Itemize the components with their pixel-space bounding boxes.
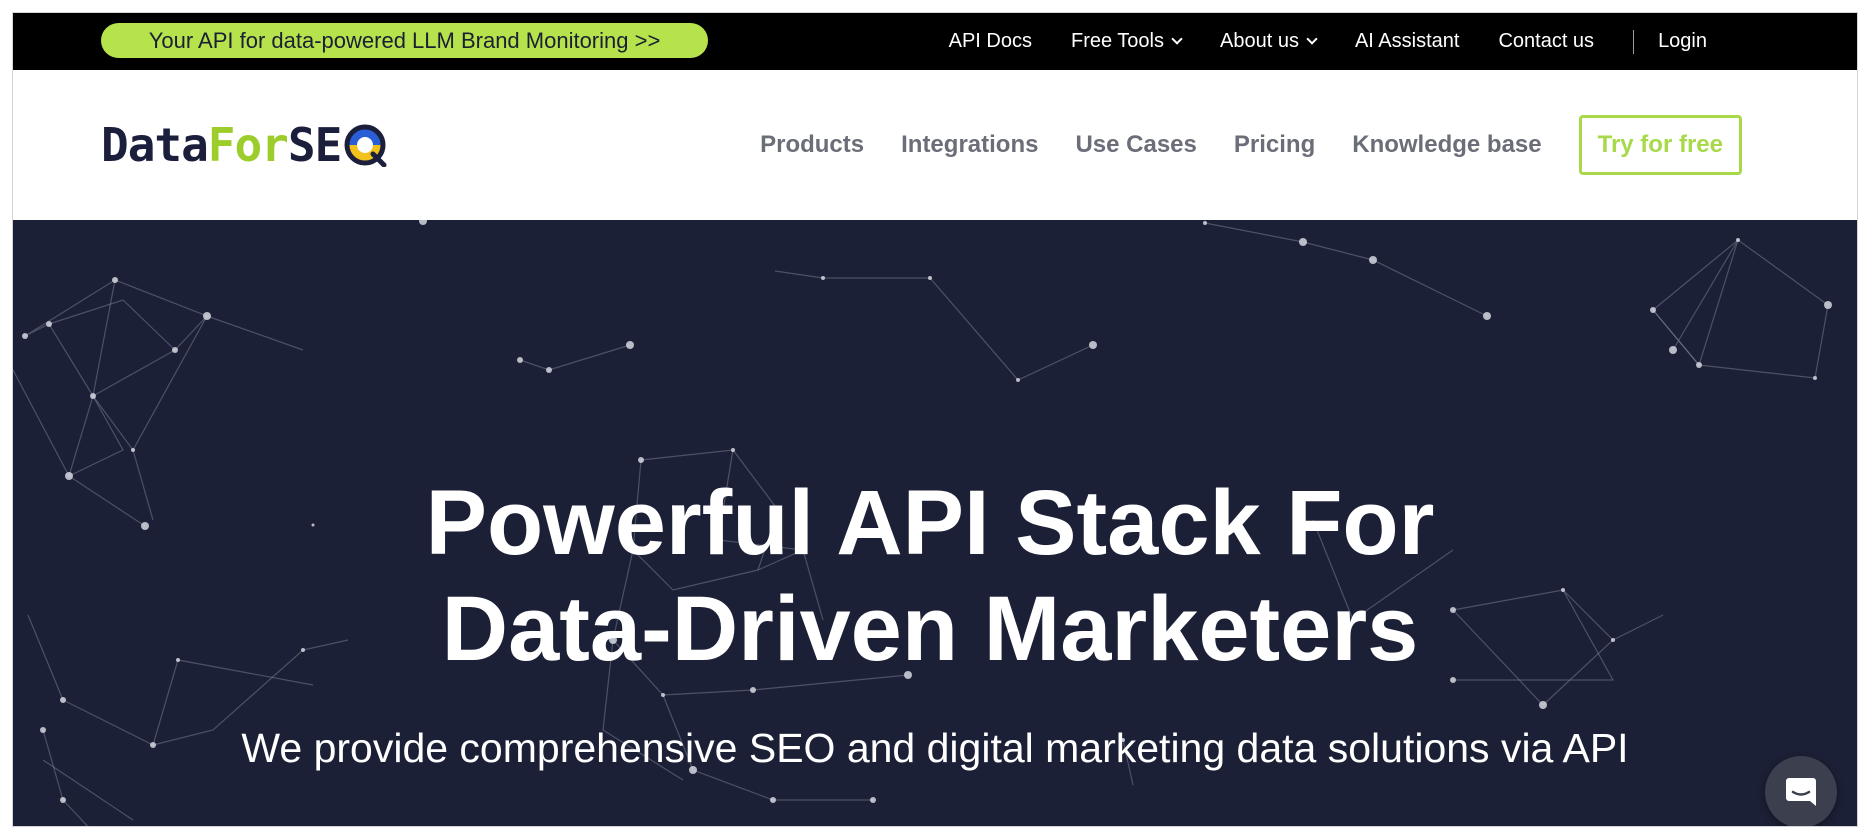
top-link-about-us[interactable]: About us [1220,30,1318,53]
top-bar: Your API for data-powered LLM Brand Moni… [13,13,1857,70]
try-for-free-button[interactable]: Try for free [1578,115,1742,175]
top-link-api-docs-label: API Docs [948,30,1032,52]
chevron-down-icon [1306,33,1318,45]
top-link-free-tools-label: Free Tools [1070,30,1164,52]
nav-integrations[interactable]: Integrations [901,131,1038,159]
magnifier-o-icon [344,124,387,167]
nav-products[interactable]: Products [760,131,864,159]
browser-viewport: Your API for data-powered LLM Brand Moni… [12,12,1858,827]
top-link-ai-assistant-label: AI Assistant [1354,30,1460,52]
login-link[interactable]: Login [1658,30,1707,53]
top-link-free-tools[interactable]: Free Tools [1070,30,1183,53]
top-link-contact-us-label: Contact us [1498,30,1595,52]
login-label: Login [1658,30,1707,52]
promo-banner-link[interactable]: Your API for data-powered LLM Brand Moni… [101,23,708,58]
hero-title: Powerful API Stack For Data-Driven Marke… [13,470,1857,682]
hero-title-line1: Powerful API Stack For [425,472,1435,574]
top-links: API Docs Free Tools About us AI Assistan… [949,13,1857,70]
hero-title-line2: Data-Driven Marketers [441,578,1419,680]
logo[interactable]: Data For SE [101,118,387,172]
top-link-api-docs[interactable]: API Docs [949,30,1032,53]
top-link-about-us-label: About us [1220,30,1299,52]
top-link-contact-us[interactable]: Contact us [1498,30,1594,53]
top-divider [1633,29,1635,54]
main-nav: Data For SE Products Integrations Use Ca… [13,70,1857,220]
hero-section: Powerful API Stack For Data-Driven Marke… [13,220,1857,826]
top-link-ai-assistant[interactable]: AI Assistant [1355,30,1460,53]
chat-bubble-icon [1786,778,1816,806]
nav-links: Products Integrations Use Cases Pricing … [760,70,1857,220]
hero-subtitle: We provide comprehensive SEO and digital… [241,725,1629,771]
logo-text-se: SE [287,118,342,172]
logo-text-for: For [207,118,289,172]
nav-pricing[interactable]: Pricing [1234,131,1315,159]
chat-launcher-button[interactable] [1765,756,1837,826]
nav-use-cases[interactable]: Use Cases [1075,131,1196,159]
chevron-down-icon [1171,33,1183,45]
logo-text-data: Data [101,118,209,172]
nav-knowledge-base[interactable]: Knowledge base [1352,131,1541,159]
